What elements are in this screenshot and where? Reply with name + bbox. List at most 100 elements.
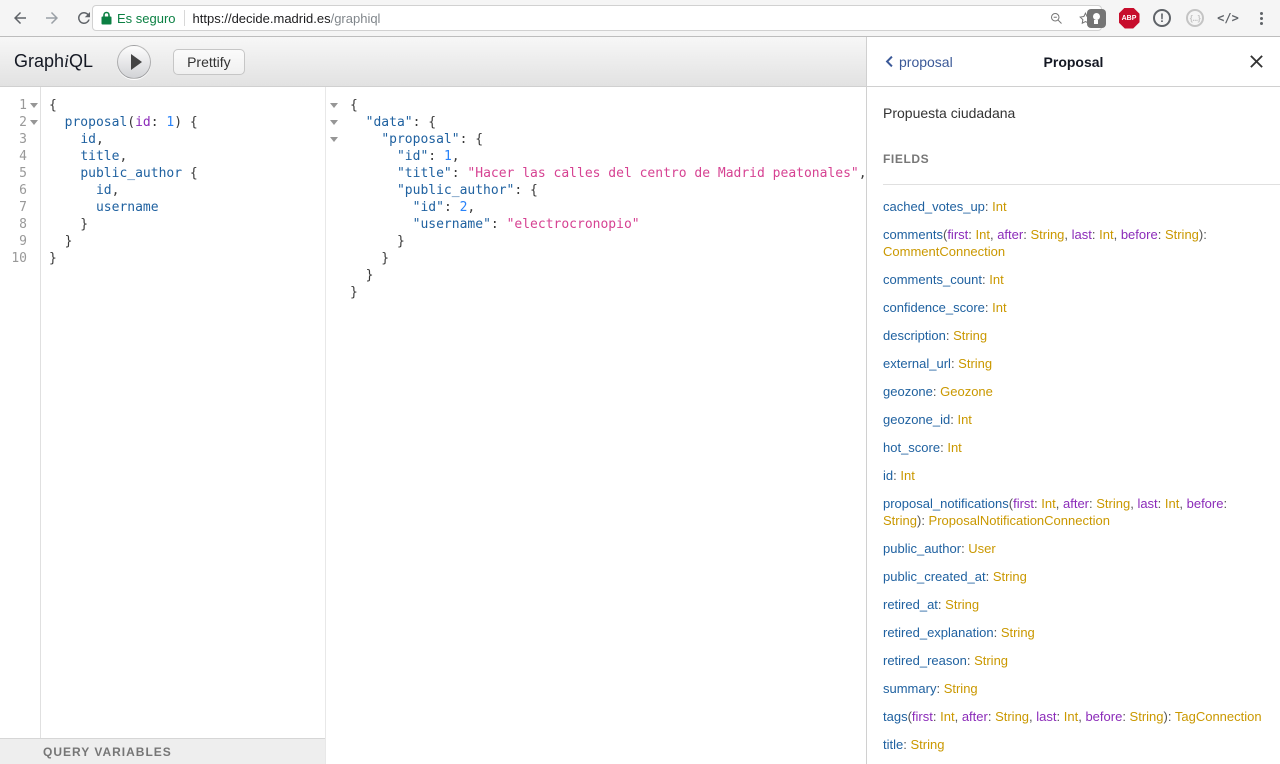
alert-circle-extension-icon[interactable]: ! <box>1151 7 1173 29</box>
field-type-link[interactable]: Int <box>957 412 971 427</box>
field-name-link[interactable]: description <box>883 328 946 343</box>
arg-type-link[interactable]: Int <box>940 709 954 724</box>
field-name-link[interactable]: retired_at <box>883 597 938 612</box>
field-type-link[interactable]: String <box>944 681 978 696</box>
code-line: "public_author": { <box>350 182 866 199</box>
code-line: } <box>350 267 866 284</box>
field-name-link[interactable]: hot_score <box>883 440 940 455</box>
field-name-link[interactable]: comments <box>883 227 943 242</box>
line-number: 2 <box>0 114 27 131</box>
json-braces-extension-icon[interactable]: {...} <box>1184 7 1206 29</box>
type-description: Propuesta ciudadana <box>883 105 1264 121</box>
code-brackets-extension-icon[interactable]: </> <box>1217 7 1239 29</box>
fields-section-title: FIELDS <box>883 152 1280 185</box>
field-name-link[interactable]: summary <box>883 681 936 696</box>
response-fold-gutter[interactable] <box>326 87 342 764</box>
arg-type-link[interactable]: Int <box>1041 496 1055 511</box>
field-name-link[interactable]: external_url <box>883 356 951 371</box>
browser-menu-icon[interactable] <box>1250 7 1272 29</box>
forward-button[interactable] <box>40 6 64 30</box>
field-name-link[interactable]: public_created_at <box>883 569 986 584</box>
site-security-indicator[interactable]: Es seguro <box>101 11 176 26</box>
fold-spacer <box>326 148 342 165</box>
fold-spacer <box>326 199 342 216</box>
execute-query-button[interactable] <box>117 45 151 79</box>
field-name-link[interactable]: public_author <box>883 541 961 556</box>
fold-arrow-icon[interactable] <box>27 114 40 131</box>
arg-type-link[interactable]: Int <box>1064 709 1078 724</box>
arg-type-link[interactable]: String <box>995 709 1029 724</box>
field-name-link[interactable]: id <box>883 468 893 483</box>
back-button[interactable] <box>8 6 32 30</box>
field-type-link[interactable]: Int <box>989 272 1003 287</box>
field-name-link[interactable]: proposal_notifications <box>883 496 1009 511</box>
code-line: title, <box>49 148 325 165</box>
code-line: "username": "electrocronopio" <box>350 216 866 233</box>
field-type-link[interactable]: String <box>974 653 1008 668</box>
fold-spacer <box>326 250 342 267</box>
fold-arrow-icon[interactable] <box>326 97 342 114</box>
doc-field: confidence_score: Int <box>883 299 1264 316</box>
doc-field: cached_votes_up: Int <box>883 198 1264 215</box>
fold-gutter[interactable] <box>27 87 41 738</box>
field-type-link[interactable]: String <box>958 356 992 371</box>
prettify-button[interactable]: Prettify <box>173 49 245 75</box>
field-name-link[interactable]: geozone_id <box>883 412 950 427</box>
doc-field: geozone_id: Int <box>883 411 1264 428</box>
fold-spacer <box>27 148 40 165</box>
field-name-link[interactable]: confidence_score <box>883 300 985 315</box>
arg-type-link[interactable]: String <box>1030 227 1064 242</box>
adblock-plus-extension-icon[interactable]: ABP <box>1118 7 1140 29</box>
field-name-link[interactable]: tags <box>883 709 908 724</box>
field-type-link[interactable]: ProposalNotificationConnection <box>929 513 1110 528</box>
field-type-link[interactable]: String <box>945 597 979 612</box>
play-icon <box>131 54 142 70</box>
query-editor[interactable]: { proposal(id: 1) { id, title, public_au… <box>41 87 325 738</box>
field-name-link[interactable]: cached_votes_up <box>883 199 985 214</box>
field-name-link[interactable]: geozone <box>883 384 933 399</box>
field-name-link[interactable]: retired_explanation <box>883 625 994 640</box>
code-line: "proposal": { <box>350 131 866 148</box>
field-type-link[interactable]: String <box>993 569 1027 584</box>
url-host: https://decide.madrid.es <box>193 11 331 26</box>
field-type-link[interactable]: String <box>953 328 987 343</box>
field-name-link[interactable]: title <box>883 737 903 752</box>
address-bar[interactable]: Es seguro https://decide.madrid.es/graph… <box>92 5 1102 31</box>
field-type-link[interactable]: Int <box>947 440 961 455</box>
field-name-link[interactable]: comments_count <box>883 272 982 287</box>
field-type-link[interactable]: Int <box>900 468 914 483</box>
fold-arrow-icon[interactable] <box>326 131 342 148</box>
arg-name: after <box>997 227 1023 242</box>
zoom-icon[interactable] <box>1049 11 1064 26</box>
arg-type-link[interactable]: Int <box>976 227 990 242</box>
arg-type-link[interactable]: String <box>883 513 917 528</box>
field-name-link[interactable]: retired_reason <box>883 653 967 668</box>
field-type-link[interactable]: CommentConnection <box>883 244 1005 259</box>
query-variables-toggle[interactable]: QUERY VARIABLES <box>0 738 325 764</box>
arg-name: first <box>1013 496 1034 511</box>
field-type-link[interactable]: TagConnection <box>1175 709 1262 724</box>
arg-type-link[interactable]: Int <box>1099 227 1113 242</box>
arg-type-link[interactable]: String <box>1165 227 1199 242</box>
response-pane: { "data": { "proposal": { "id": 1, "titl… <box>326 87 866 764</box>
lightbulb-extension-icon[interactable] <box>1085 7 1107 29</box>
fold-arrow-icon[interactable] <box>27 97 40 114</box>
code-line: } <box>350 233 866 250</box>
field-type-link[interactable]: Geozone <box>940 384 993 399</box>
fold-arrow-icon[interactable] <box>326 114 342 131</box>
security-label: Es seguro <box>117 11 176 26</box>
line-number: 7 <box>0 199 27 216</box>
field-type-link[interactable]: Int <box>992 300 1006 315</box>
field-type-link[interactable]: User <box>968 541 995 556</box>
field-type-link[interactable]: String <box>1001 625 1035 640</box>
field-type-link[interactable]: String <box>910 737 944 752</box>
arg-type-link[interactable]: Int <box>1165 496 1179 511</box>
doc-back-link[interactable]: proposal <box>883 54 953 70</box>
arg-type-link[interactable]: String <box>1130 709 1164 724</box>
doc-close-button[interactable] <box>1249 54 1264 69</box>
arg-type-link[interactable]: String <box>1096 496 1130 511</box>
doc-field: public_created_at: String <box>883 568 1264 585</box>
code-line: } <box>49 216 325 233</box>
reload-icon <box>75 9 93 27</box>
field-type-link[interactable]: Int <box>992 199 1006 214</box>
